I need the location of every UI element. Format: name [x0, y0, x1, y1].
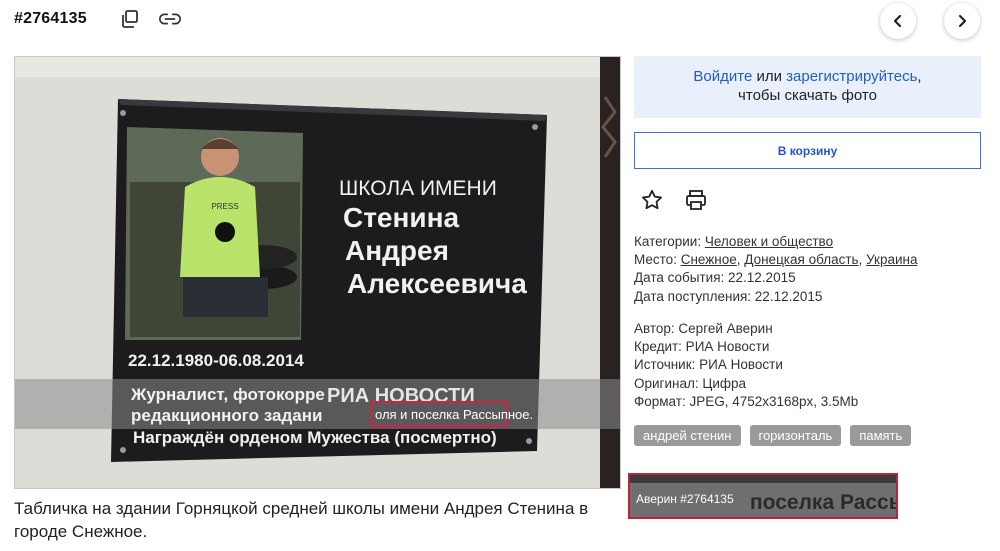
- place-label: Место:: [634, 252, 681, 268]
- plaque-text-line-1: Журналист, фотокорре: [130, 385, 325, 404]
- link-icon[interactable]: [158, 8, 182, 30]
- photo-id: #2764135: [14, 10, 87, 27]
- copy-icon[interactable]: [118, 8, 142, 30]
- tag-list: андрей стенин горизонталь память: [634, 425, 912, 446]
- login-suffix: ,: [917, 68, 922, 85]
- tag-chip[interactable]: андрей стенин: [634, 425, 741, 446]
- plaque-heading: ШКОЛА ИМЕНИ: [339, 177, 497, 200]
- plaque-name-line-2: Андрея: [345, 235, 449, 266]
- login-line-2: чтобы скачать фото: [738, 87, 877, 104]
- place-sep: ,: [858, 252, 867, 268]
- login-or-text: или: [752, 68, 787, 85]
- svg-text:PRESS: PRESS: [211, 202, 238, 211]
- place-link-2[interactable]: Донецкая область: [744, 252, 858, 267]
- meta-event-date: Дата события: 22.12.2015: [634, 270, 796, 286]
- categories-label: Категории:: [634, 234, 705, 249]
- meta-author: Автор: Сергей Аверин: [634, 321, 773, 336]
- meta-place: Место: Снежное, Донецкая область, Украин…: [634, 251, 917, 269]
- meta-group-1: Категории: Человек и общество Место: Сне…: [634, 233, 917, 306]
- plaque-text-line-2: редакционного задани: [131, 406, 322, 425]
- meta-format: Формат: JPEG, 4752x3168px, 3.5Mb: [634, 393, 859, 409]
- add-to-cart-button[interactable]: В корзину: [634, 132, 981, 169]
- login-link[interactable]: Войдите: [693, 68, 752, 85]
- printer-icon[interactable]: [684, 188, 708, 212]
- chevron-left-icon[interactable]: [880, 3, 916, 39]
- tag-chip[interactable]: память: [850, 425, 912, 446]
- watermark-crop-preview: поселка Рассыпное. Аверин #2764135: [628, 473, 898, 519]
- place-link-1[interactable]: Снежное: [681, 252, 737, 267]
- watermark-overlay-text: оля и поселка Рассыпное.: [375, 407, 533, 422]
- register-link[interactable]: зарегистрируйтесь: [786, 68, 917, 85]
- main-photo[interactable]: PRESS ШКОЛА ИМЕНИ Стенина Андрея Алексее…: [14, 56, 621, 489]
- category-link[interactable]: Человек и общество: [705, 234, 833, 249]
- meta-group-2: Автор: Сергей Аверин Кредит: РИА Новости…: [634, 320, 858, 411]
- meta-received-date: Дата поступления: 22.12.2015: [634, 288, 823, 304]
- top-bar: #2764135: [0, 0, 1000, 40]
- tag-chip[interactable]: горизонталь: [749, 425, 842, 446]
- plaque-dates: 22.12.1980-06.08.2014: [128, 351, 304, 370]
- photo-scene: PRESS ШКОЛА ИМЕНИ Стенина Андрея Алексее…: [15, 57, 620, 488]
- plaque-text-line-3: Награждён орденом Мужества (посмертно): [133, 428, 497, 447]
- crop-banner-text: поселка Рассыпное.: [750, 491, 896, 514]
- place-link-3[interactable]: Украина: [866, 252, 917, 267]
- crop-small-text: Аверин #2764135: [636, 492, 734, 506]
- photo-caption: Табличка на здании Горняцкой средней шко…: [14, 499, 589, 541]
- meta-categories: Категории: Человек и общество: [634, 233, 917, 251]
- plaque-name-line-1: Стенина: [343, 202, 460, 233]
- login-prompt: Войдите или зарегистрируйтесь, чтобы ска…: [634, 56, 981, 118]
- meta-credit: Кредит: РИА Новости: [634, 339, 770, 355]
- chevron-right-icon[interactable]: [944, 3, 980, 39]
- star-icon[interactable]: [640, 188, 664, 212]
- meta-source: Источник: РИА Новости: [634, 357, 783, 373]
- plaque-name-line-3: Алексеевича: [347, 268, 527, 299]
- meta-original: Оригинал: Цифра: [634, 375, 747, 391]
- ria-watermark: РИА НОВОСТИ: [327, 385, 475, 407]
